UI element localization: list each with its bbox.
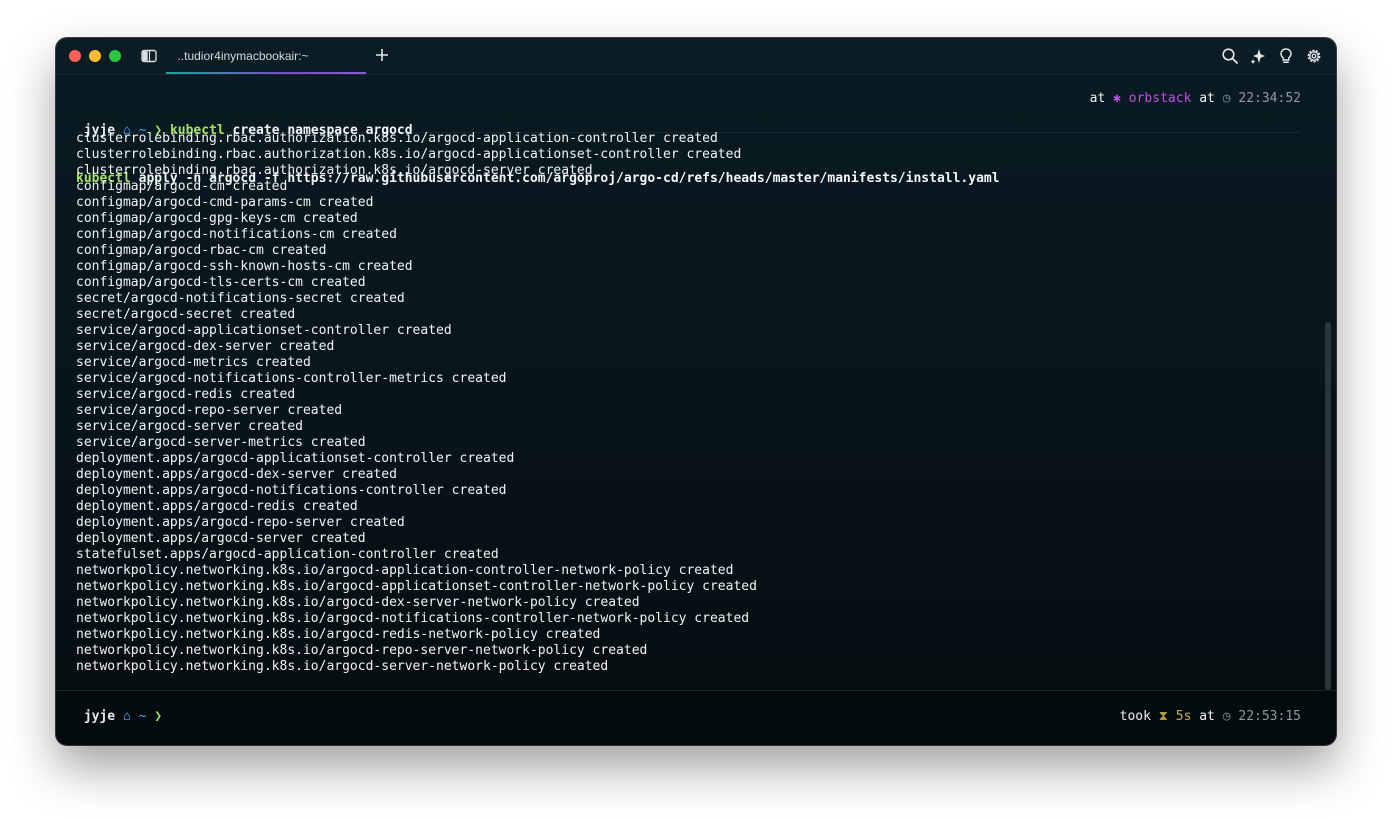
close-window-button[interactable] xyxy=(69,50,81,62)
home-icon: ⌂ xyxy=(122,709,131,724)
output-line: deployment.apps/argocd-dex-server create… xyxy=(76,467,397,482)
lightbulb-icon[interactable] xyxy=(1277,47,1295,65)
output-line: deployment.apps/argocd-redis created xyxy=(76,499,358,514)
command-output[interactable]: clusterrolebinding.rbac.authorization.k8… xyxy=(76,131,1296,675)
output-line: service/argocd-applicationset-controller… xyxy=(76,323,452,338)
output-line: service/argocd-repo-server created xyxy=(76,403,343,418)
output-line: configmap/argocd-notifications-cm create… xyxy=(76,227,397,242)
output-line: configmap/argocd-cmd-params-cm created xyxy=(76,195,374,210)
output-line: networkpolicy.networking.k8s.io/argocd-a… xyxy=(76,563,734,578)
tab-active-indicator xyxy=(166,72,366,74)
output-line: service/argocd-dex-server created xyxy=(76,339,335,354)
status-at-label: at xyxy=(1191,91,1223,106)
maximize-window-button[interactable] xyxy=(109,50,121,62)
status-at-label: at xyxy=(1191,709,1223,724)
output-line: configmap/argocd-tls-certs-cm created xyxy=(76,275,366,290)
prompt-user: jyje xyxy=(83,709,116,724)
output-line: service/argocd-redis created xyxy=(76,387,296,402)
output-line: clusterrolebinding.rbac.authorization.k8… xyxy=(76,147,742,162)
output-line: service/argocd-notifications-controller-… xyxy=(76,371,507,386)
output-line: configmap/argocd-rbac-cm created xyxy=(76,243,327,258)
prompt-line: jyje ⌂ ~ ❯ xyxy=(76,709,162,725)
orbstack-icon: ✱ xyxy=(1113,91,1129,106)
output-line: networkpolicy.networking.k8s.io/argocd-s… xyxy=(76,659,609,674)
output-line: networkpolicy.networking.k8s.io/argocd-d… xyxy=(76,595,640,610)
output-line: deployment.apps/argocd-server created xyxy=(76,531,366,546)
scrollbar[interactable] xyxy=(1325,322,1331,690)
status-at-label: at xyxy=(1089,91,1114,106)
clock-icon: ◷ xyxy=(1222,709,1239,724)
output-line: service/argocd-server-metrics created xyxy=(76,435,366,450)
output-line: configmap/argocd-gpg-keys-cm created xyxy=(76,211,358,226)
output-line: service/argocd-metrics created xyxy=(76,355,311,370)
hourglass-icon: ⧗ xyxy=(1158,709,1176,724)
output-line: deployment.apps/argocd-applicationset-co… xyxy=(76,451,515,466)
terminal-window: ..tudior4inymacbookair:~ jyje ⌂ ~ ❯ kube… xyxy=(56,38,1336,745)
duration-value: 5s xyxy=(1175,709,1192,724)
gear-icon[interactable] xyxy=(1305,47,1323,65)
prompt-status: at ✱ orbstack at ◷ 22:34:52 xyxy=(1090,91,1301,107)
command-block: jyje ⌂ ~ ❯ kubectl create namespace argo… xyxy=(76,91,1301,186)
output-line: configmap/argocd-ssh-known-hosts-cm crea… xyxy=(76,259,413,274)
clock-icon: ◷ xyxy=(1222,91,1239,106)
output-line: networkpolicy.networking.k8s.io/argocd-r… xyxy=(76,627,601,642)
command-timestamp: 22:34:52 xyxy=(1238,91,1301,106)
prompt-directory: ~ xyxy=(138,709,147,724)
sparkle-icon[interactable] xyxy=(1249,47,1267,65)
output-line: clusterrolebinding.rbac.authorization.k8… xyxy=(76,131,718,146)
active-prompt[interactable]: jyje ⌂ ~ ❯ took ⧗ 5s at ◷ 22:53:15 xyxy=(56,690,1336,745)
output-line: service/argocd-server created xyxy=(76,419,303,434)
plus-icon[interactable] xyxy=(375,48,389,62)
output-line: deployment.apps/argocd-repo-server creat… xyxy=(76,515,405,530)
output-line: configmap/argocd-cm created xyxy=(76,179,288,194)
tab-title: ..tudior4inymacbookair:~ xyxy=(177,49,309,63)
output-line: networkpolicy.networking.k8s.io/argocd-n… xyxy=(76,611,750,626)
output-line: networkpolicy.networking.k8s.io/argocd-r… xyxy=(76,643,648,658)
tab-terminal[interactable]: ..tudior4inymacbookair:~ xyxy=(166,38,366,74)
kube-context: orbstack xyxy=(1128,91,1192,106)
prompt-arrow: ❯ xyxy=(154,709,163,724)
output-line: networkpolicy.networking.k8s.io/argocd-a… xyxy=(76,579,757,594)
took-label: took xyxy=(1119,709,1159,724)
output-line: secret/argocd-secret created xyxy=(76,307,296,322)
output-line: deployment.apps/argocd-notifications-con… xyxy=(76,483,507,498)
prompt-timestamp: 22:53:15 xyxy=(1238,709,1301,724)
output-line: secret/argocd-notifications-secret creat… xyxy=(76,291,405,306)
title-bar: ..tudior4inymacbookair:~ xyxy=(56,38,1336,75)
prompt-status: took ⧗ 5s at ◷ 22:53:15 xyxy=(1120,709,1301,725)
output-line: statefulset.apps/argocd-application-cont… xyxy=(76,547,499,562)
minimize-window-button[interactable] xyxy=(89,50,101,62)
sidebar-icon[interactable] xyxy=(141,49,157,63)
output-line: clusterrolebinding.rbac.authorization.k8… xyxy=(76,163,593,178)
search-icon[interactable] xyxy=(1221,47,1239,65)
